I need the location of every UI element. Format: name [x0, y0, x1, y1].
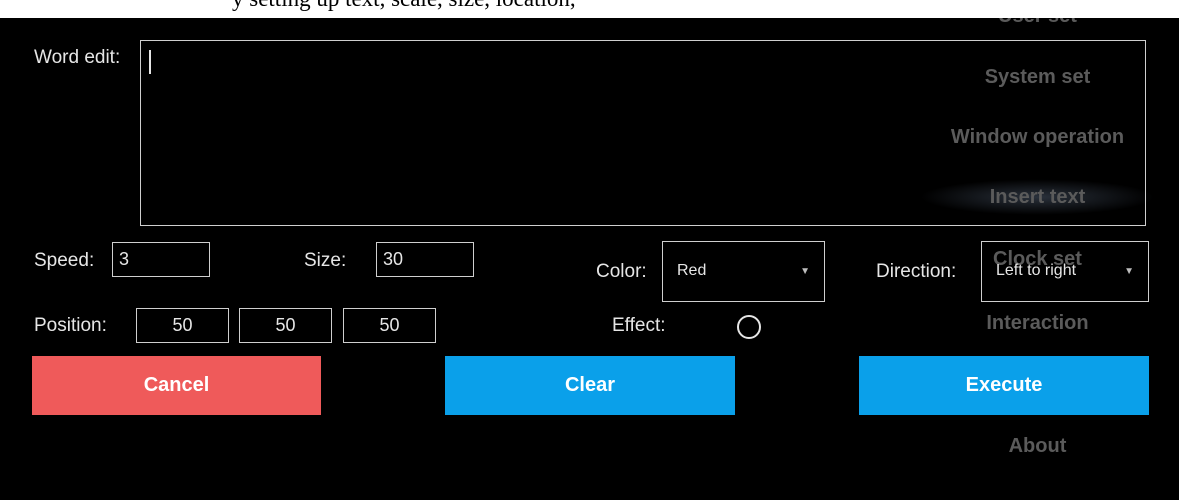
effect-radio-button[interactable]	[737, 315, 761, 339]
dropdown-arrow-icon: ▼	[1124, 266, 1134, 277]
clear-button[interactable]: Clear	[445, 356, 735, 415]
cropped-caption: y setting up text, scale, size, location…	[0, 0, 1179, 18]
app-screen: User set System set Window operation Ins…	[0, 18, 1179, 500]
position-z-input[interactable]: 50	[343, 308, 436, 343]
menu-item-interaction[interactable]: Interaction	[920, 312, 1155, 335]
execute-button-label: Execute	[965, 374, 1043, 396]
direction-select-value: Left to right	[996, 262, 1077, 279]
position-y-input[interactable]: 50	[239, 308, 332, 343]
color-label: Color:	[596, 261, 647, 282]
cancel-button-label: Cancel	[143, 374, 210, 396]
caption-text: y setting up text, scale, size, location…	[232, 0, 576, 12]
position-label: Position:	[34, 315, 107, 336]
effect-label: Effect:	[612, 315, 666, 336]
color-select[interactable]: Red ▼	[662, 241, 825, 302]
direction-select[interactable]: Left to right ▼	[981, 241, 1149, 302]
position-x-input[interactable]: 50	[136, 308, 229, 343]
text-caret	[149, 50, 151, 74]
menu-item-user-set[interactable]: User set	[920, 18, 1155, 28]
cancel-button[interactable]: Cancel	[32, 356, 321, 415]
speed-label: Speed:	[34, 250, 95, 271]
word-edit-textarea[interactable]	[140, 40, 1146, 226]
execute-button[interactable]: Execute	[859, 356, 1149, 415]
color-select-value: Red	[677, 262, 707, 279]
dropdown-arrow-icon: ▼	[800, 266, 810, 277]
direction-label: Direction:	[876, 261, 957, 282]
clear-button-label: Clear	[564, 374, 616, 396]
speed-input[interactable]: 3	[112, 242, 210, 277]
size-label: Size:	[304, 250, 347, 271]
size-input[interactable]: 30	[376, 242, 474, 277]
word-edit-label: Word edit:	[34, 47, 121, 68]
menu-item-about[interactable]: About	[920, 435, 1155, 458]
